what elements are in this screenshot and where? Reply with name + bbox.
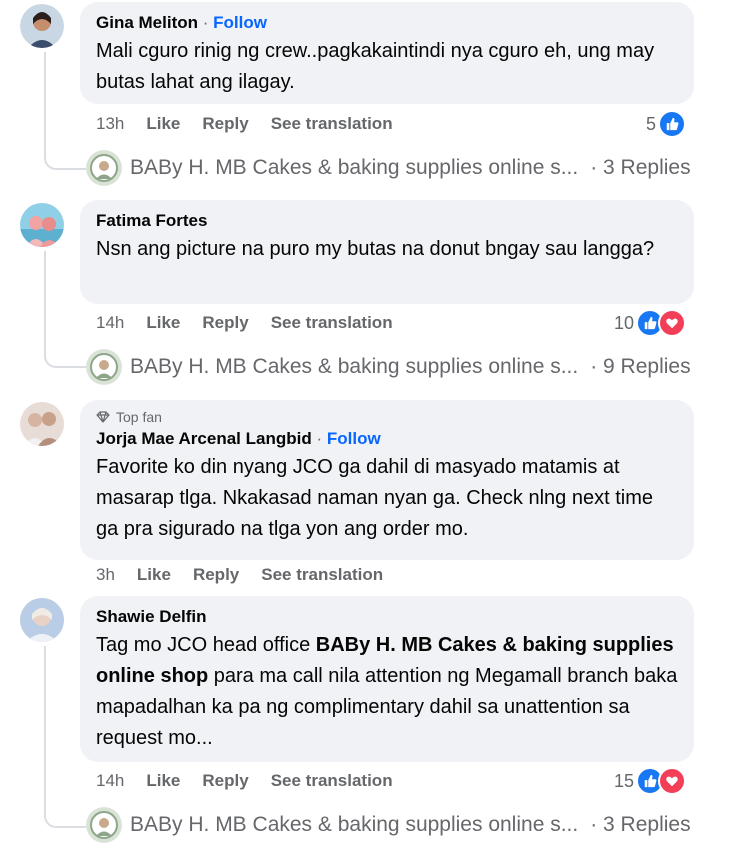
reply-author-name: BABy H. MB Cakes & baking supplies onlin… [130, 355, 579, 378]
love-reaction-icon [658, 767, 687, 795]
like-button[interactable]: Like [146, 771, 180, 791]
comment-author[interactable]: Jorja Mae Arcenal Langbid [96, 429, 312, 448]
reaction-count: 15 [614, 770, 635, 791]
view-replies[interactable]: BABy H. MB Cakes & baking supplies onlin… [86, 807, 691, 843]
thread-curve [44, 146, 86, 170]
like-reaction-icon [658, 110, 687, 138]
comment-text: Nsn ang picture na puro my butas na donu… [96, 238, 655, 260]
comment-text-start: Tag mo JCO head office [96, 634, 316, 656]
reply-author-name: BABy H. MB Cakes & baking supplies onlin… [130, 156, 579, 179]
reaction-summary[interactable]: 5 [646, 110, 687, 138]
comment-author[interactable]: Shawie Delfin [96, 607, 207, 626]
reply-button[interactable]: Reply [202, 114, 248, 134]
see-translation-link[interactable]: See translation [271, 771, 393, 791]
avatar[interactable] [20, 598, 64, 642]
avatar[interactable] [20, 4, 64, 48]
comment-bubble: Top fan Jorja Mae Arcenal Langbid · Foll… [80, 400, 694, 560]
reply-button[interactable]: Reply [193, 565, 239, 585]
reply-author-avatar [86, 349, 122, 385]
diamond-icon [96, 411, 110, 423]
thread-line [44, 646, 46, 806]
reaction-count: 5 [646, 113, 657, 134]
thread-line [44, 52, 46, 148]
comment-text: Favorite ko din nyang JCO ga dahil di ma… [96, 456, 653, 540]
comment-bubble: Fatima Fortes Nsn ang picture na puro my… [80, 200, 694, 304]
comment-text: Tag mo JCO head office BABy H. MB Cakes … [96, 630, 678, 754]
replies-count: · 3 Replies [590, 156, 691, 179]
follow-button[interactable]: Follow [327, 429, 381, 448]
see-translation-link[interactable]: See translation [261, 565, 383, 585]
reply-author-name: BABy H. MB Cakes & baking supplies onlin… [130, 813, 579, 836]
reply-button[interactable]: Reply [202, 313, 248, 333]
thread-line [44, 251, 46, 346]
comment-author[interactable]: Gina Meliton [96, 13, 198, 32]
comment-text: Mali cguro rinig ng crew..pagkakaintindi… [96, 40, 655, 93]
avatar[interactable] [20, 203, 64, 247]
separator-dot: · [202, 13, 209, 32]
comment-actions: 14h Like Reply See translation [96, 771, 393, 791]
top-fan-label: Top fan [116, 409, 162, 425]
comment-author[interactable]: Fatima Fortes [96, 211, 207, 230]
reply-button[interactable]: Reply [202, 771, 248, 791]
like-button[interactable]: Like [137, 565, 171, 585]
comment-actions: 3h Like Reply See translation [96, 565, 383, 585]
reaction-count: 10 [614, 312, 635, 333]
comment-actions: 13h Like Reply See translation [96, 114, 393, 134]
reply-author-avatar [86, 150, 122, 186]
replies-count: · 9 Replies [590, 355, 691, 378]
thread-curve [44, 344, 86, 368]
reaction-summary[interactable]: 10 [614, 309, 687, 337]
separator-dot: · [316, 429, 323, 448]
love-reaction-icon [658, 309, 687, 337]
see-translation-link[interactable]: See translation [271, 313, 393, 333]
see-translation-link[interactable]: See translation [271, 114, 393, 134]
comment-bubble: Shawie Delfin Tag mo JCO head office BAB… [80, 596, 694, 762]
comment-timestamp[interactable]: 3h [96, 565, 115, 585]
top-fan-badge: Top fan [96, 408, 678, 426]
replies-count: · 3 Replies [590, 813, 691, 836]
comment-actions: 14h Like Reply See translation [96, 313, 393, 333]
like-button[interactable]: Like [146, 114, 180, 134]
comment-bubble: Gina Meliton · Follow Mali cguro rinig n… [80, 2, 694, 104]
follow-button[interactable]: Follow [213, 13, 267, 32]
comment-timestamp[interactable]: 14h [96, 771, 124, 791]
comment-timestamp[interactable]: 13h [96, 114, 124, 134]
reaction-summary[interactable]: 15 [614, 767, 687, 795]
comment-timestamp[interactable]: 14h [96, 313, 124, 333]
view-replies[interactable]: BABy H. MB Cakes & baking supplies onlin… [86, 150, 691, 186]
like-button[interactable]: Like [146, 313, 180, 333]
reply-author-avatar [86, 807, 122, 843]
view-replies[interactable]: BABy H. MB Cakes & baking supplies onlin… [86, 349, 691, 385]
avatar[interactable] [20, 402, 64, 446]
thread-curve [44, 804, 86, 828]
